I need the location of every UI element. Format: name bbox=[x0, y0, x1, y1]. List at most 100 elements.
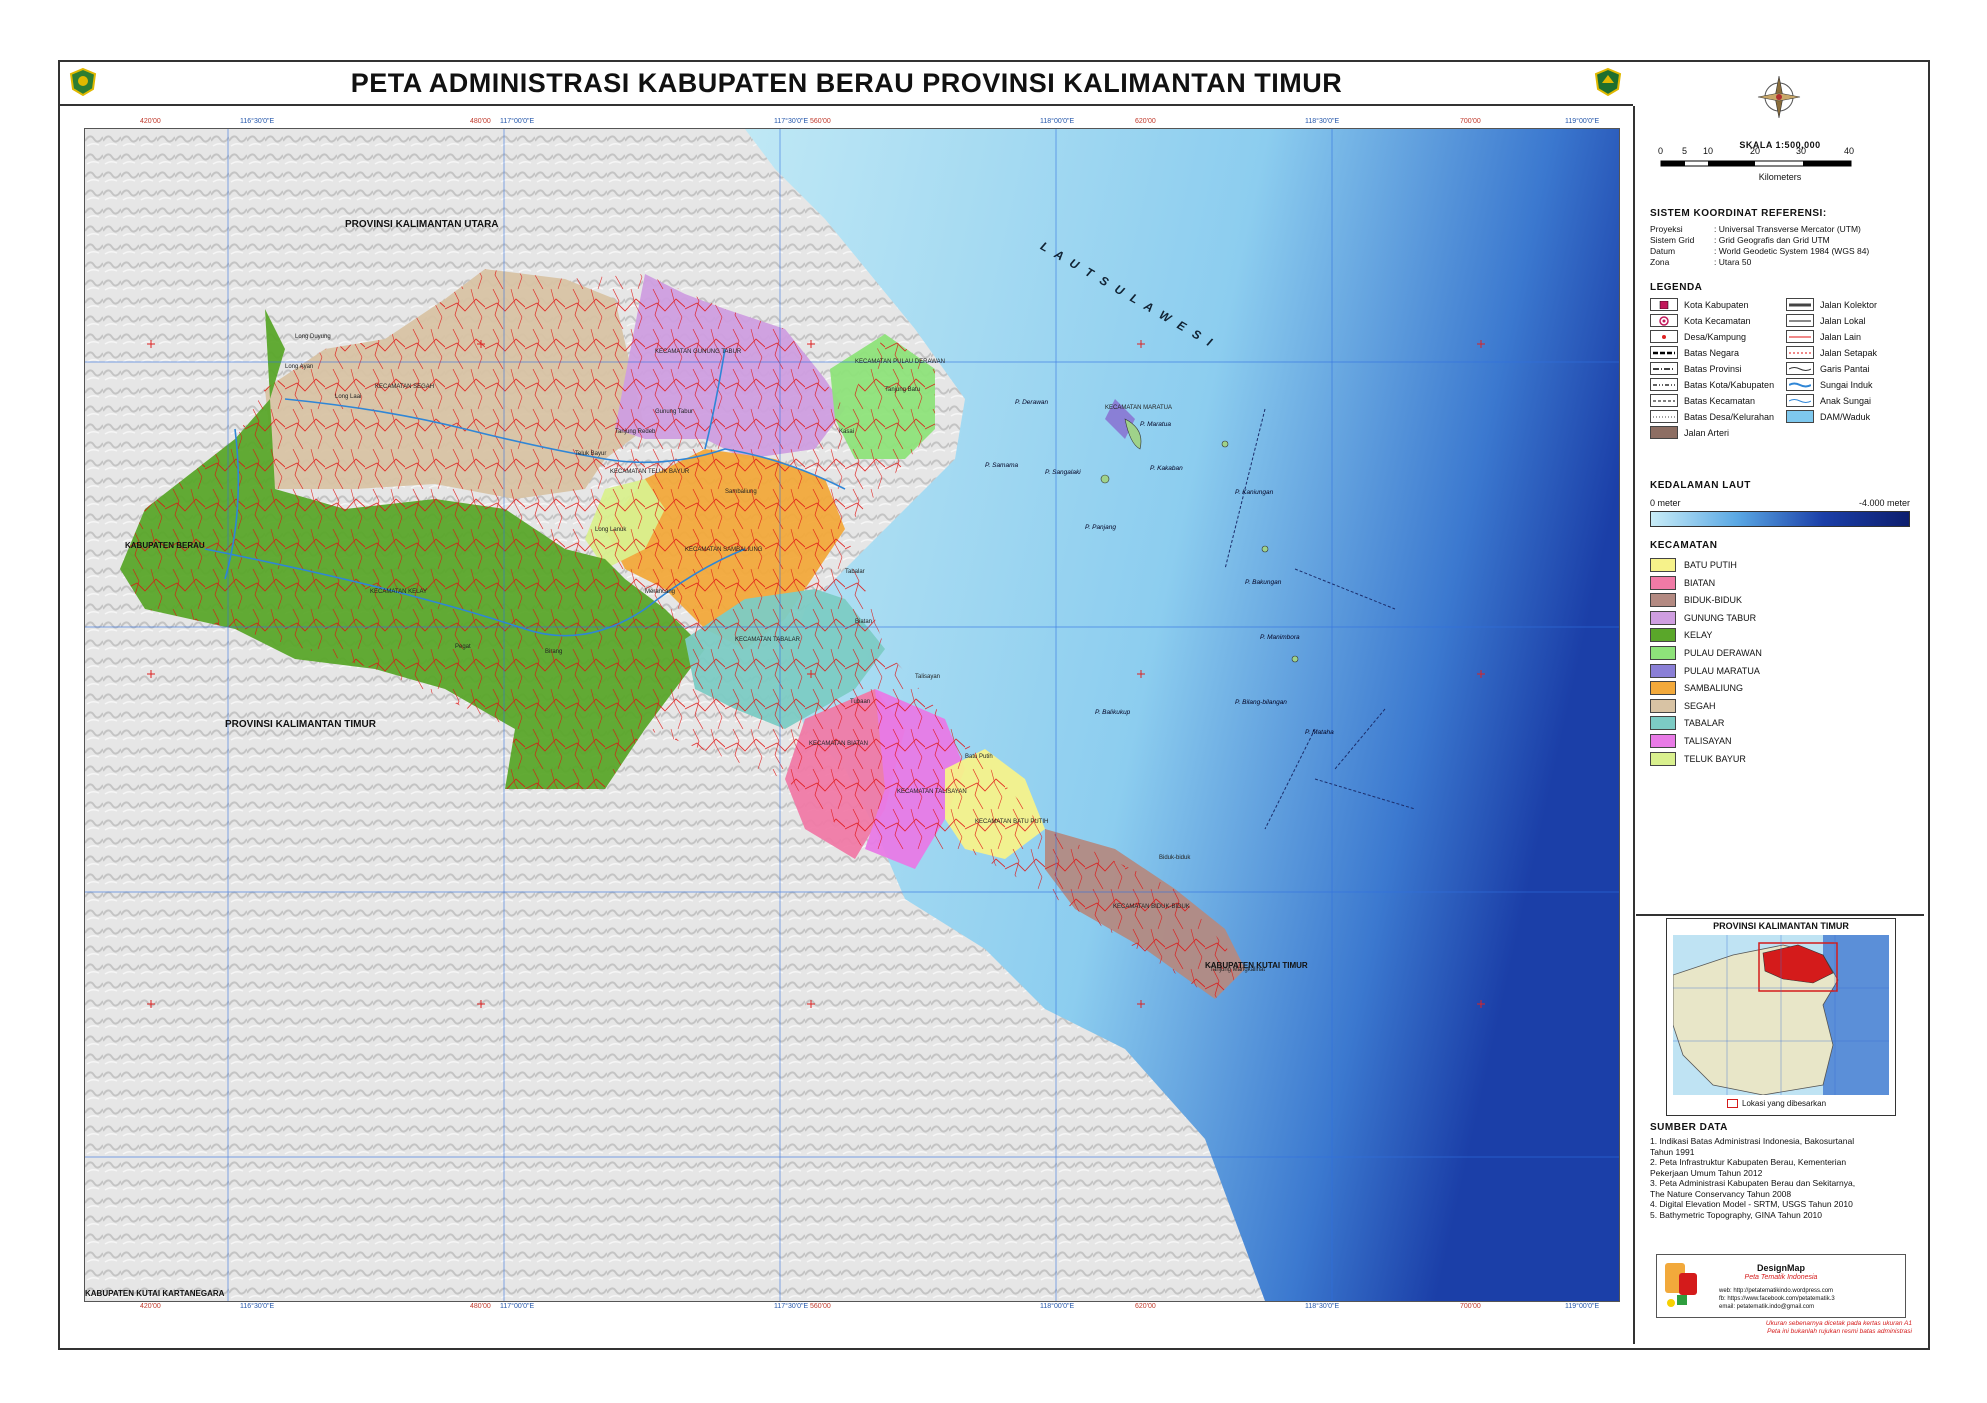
inset-canvas bbox=[1673, 935, 1889, 1095]
batas-kecamatan-icon bbox=[1650, 394, 1678, 407]
kecamatan-label: SEGAH bbox=[1684, 700, 1716, 711]
place-label: Merancang bbox=[645, 589, 676, 595]
kota-kecamatan-icon bbox=[1650, 314, 1678, 327]
label-kutai-kartanegara: KABUPATEN KUTAI KARTANEGARA bbox=[85, 1289, 225, 1298]
island-label: P. Sangalaki bbox=[1045, 469, 1081, 476]
scale-unit: Kilometers bbox=[1758, 172, 1802, 182]
place-label: Pegat bbox=[455, 644, 471, 650]
legend-item: Jalan Lain bbox=[1786, 330, 1861, 343]
island-label: P. Balikukup bbox=[1095, 709, 1131, 716]
designer-name: DesignMap bbox=[1756, 1263, 1805, 1273]
place-label: Biduk-biduk bbox=[1159, 855, 1191, 861]
kecamatan-legend-item: GUNUNG TABUR bbox=[1650, 610, 1757, 625]
sources-list: 1. Indikasi Batas Administrasi Indonesia… bbox=[1650, 1136, 1855, 1220]
dam-waduk-icon bbox=[1786, 410, 1814, 423]
district-label: KECAMATAN SEGAH bbox=[375, 384, 435, 390]
kota-kabupaten-icon bbox=[1650, 298, 1678, 311]
legend-item: Anak Sungai bbox=[1786, 394, 1871, 407]
legend-item: Kota Kabupaten bbox=[1650, 298, 1749, 311]
legend-item: Kota Kecamatan bbox=[1650, 314, 1751, 327]
title-bar: PETA ADMINISTRASI KABUPATEN BERAU PROVIN… bbox=[60, 62, 1633, 106]
kecamatan-swatch bbox=[1650, 734, 1676, 748]
depth-gradient bbox=[1650, 511, 1910, 527]
place-label: Tubaan bbox=[850, 699, 871, 705]
legend-item: Batas Negara bbox=[1650, 346, 1739, 359]
grid-label: 420'00 bbox=[140, 118, 161, 125]
crs-table: Proyeksi: Universal Transverse Mercator … bbox=[1650, 224, 1869, 268]
source-line: 5. Bathymetric Topography, GINA Tahun 20… bbox=[1650, 1209, 1822, 1220]
garis-pantai-icon bbox=[1786, 362, 1814, 375]
kecamatan-swatch bbox=[1650, 610, 1676, 625]
grid-label: 118°00'0"E bbox=[1040, 118, 1075, 125]
jalan-setapak-icon bbox=[1786, 346, 1814, 359]
island-label: P. Mataha bbox=[1305, 729, 1334, 736]
kecamatan-swatch bbox=[1650, 628, 1676, 643]
legend-item: Jalan Setapak bbox=[1786, 346, 1877, 359]
grid-label: 700'00 bbox=[1460, 118, 1481, 125]
district-label: KECAMATAN TABALAR bbox=[735, 637, 800, 643]
kecamatan-legend-item: PULAU MARATUA bbox=[1650, 663, 1760, 678]
source-line: 1. Indikasi Batas Administrasi Indonesia… bbox=[1650, 1136, 1855, 1146]
island-label: P. Bilang-bilangan bbox=[1235, 699, 1287, 706]
contact-email: email: petatematik.indo@gmail.com bbox=[1719, 1304, 1815, 1310]
island-label: P. Kakaban bbox=[1150, 465, 1183, 472]
map-info-panel: SKALA 1:500,000 0 5 10 20 30 40 Kilomete… bbox=[1636, 62, 1924, 1344]
designer-box: DesignMap Peta Tematik Indonesia web: ht… bbox=[1656, 1254, 1906, 1318]
disclaimer: Ukuran sebenarnya dicetak pada kertas uk… bbox=[1766, 1320, 1912, 1336]
place-label: Sambaliung bbox=[725, 489, 757, 495]
grid-label: 117°00'0"E bbox=[500, 118, 535, 125]
jalan-arteri-icon bbox=[1650, 426, 1678, 439]
crs-key: Datum bbox=[1650, 246, 1676, 256]
legend-item: Batas Kecamatan bbox=[1650, 394, 1755, 407]
compass-rose-icon bbox=[1757, 75, 1801, 119]
grid-label: 620'00 bbox=[1135, 1303, 1156, 1310]
grid-label: 117°00'0"E bbox=[500, 1303, 535, 1310]
source-line: 3. Peta Administrasi Kabupaten Berau dan… bbox=[1650, 1178, 1856, 1188]
sungai-induk-icon bbox=[1786, 378, 1814, 391]
depth-min: 0 meter bbox=[1650, 498, 1681, 508]
place-label: Gunung Tabur bbox=[655, 409, 693, 415]
district-label: KECAMATAN TALISAYAN bbox=[897, 789, 967, 795]
disclaimer-line: Peta ini bukanlah rujukan resmi batas ad… bbox=[1767, 1328, 1912, 1335]
label-kaltim: PROVINSI KALIMANTAN TIMUR bbox=[225, 719, 376, 730]
depth-title: KEDALAMAN LAUT bbox=[1650, 480, 1751, 491]
grid-label: 119°00'0"E bbox=[1565, 118, 1600, 125]
crs-value: : World Geodetic System 1984 (WGS 84) bbox=[1714, 246, 1870, 256]
kecamatan-legend-item: KELAY bbox=[1650, 628, 1712, 643]
map-canvas bbox=[85, 129, 1619, 1301]
kecamatan-label: TABALAR bbox=[1684, 718, 1725, 729]
district-label: KECAMATAN SAMBALIUNG bbox=[685, 547, 763, 553]
grid-label: 118°30'0"E bbox=[1305, 118, 1340, 125]
anak-sungai-icon bbox=[1786, 394, 1814, 407]
crs-value: : Grid Geografis dan Grid UTM bbox=[1714, 235, 1830, 245]
grid-label: 700'00 bbox=[1460, 1303, 1481, 1310]
district-label: KECAMATAN MARATUA bbox=[1105, 405, 1173, 411]
kecamatan-legend-item: BIATAN bbox=[1650, 575, 1715, 590]
legend-item: Jalan Arteri bbox=[1650, 426, 1729, 439]
kecamatan-legend-item: TABALAR bbox=[1650, 716, 1725, 731]
label-berau: KABUPATEN BERAU bbox=[125, 541, 205, 550]
batas-negara-icon bbox=[1650, 346, 1678, 359]
place-label: Long Ayan bbox=[285, 364, 314, 370]
district-label: KECAMATAN BIATAN bbox=[809, 741, 868, 747]
place-label: Long Laai bbox=[335, 394, 362, 400]
main-map[interactable]: PROVINSI KALIMANTAN UTARA PROVINSI KALIM… bbox=[84, 128, 1620, 1302]
scale-bar bbox=[1660, 160, 1852, 167]
source-line: 4. Digital Elevation Model - SRTM, USGS … bbox=[1650, 1199, 1853, 1209]
kecamatan-label: PULAU DERAWAN bbox=[1684, 648, 1762, 658]
grid-label: 480'00 bbox=[470, 1303, 491, 1310]
source-line: 2. Peta Infrastruktur Kabupaten Berau, K… bbox=[1650, 1157, 1847, 1167]
kecamatan-swatch bbox=[1650, 646, 1676, 660]
kecamatan-swatch bbox=[1650, 663, 1676, 678]
kecamatan-legend-item: SAMBALIUNG bbox=[1650, 681, 1743, 696]
kecamatan-swatch bbox=[1650, 681, 1676, 696]
jalan-kolektor-icon bbox=[1786, 298, 1814, 311]
desa-icon bbox=[1650, 330, 1678, 343]
kecamatan-legend-item: BATU PUTIH bbox=[1650, 558, 1737, 572]
crs-key: Sistem Grid bbox=[1650, 235, 1695, 245]
place-label: Batu Putih bbox=[965, 754, 993, 760]
kecamatan-legend-item: TELUK BAYUR bbox=[1650, 751, 1746, 766]
kecamatan-label: GUNUNG TABUR bbox=[1684, 612, 1757, 623]
kaltim-emblem-icon bbox=[1594, 67, 1622, 97]
crs-value: : Utara 50 bbox=[1714, 257, 1752, 267]
